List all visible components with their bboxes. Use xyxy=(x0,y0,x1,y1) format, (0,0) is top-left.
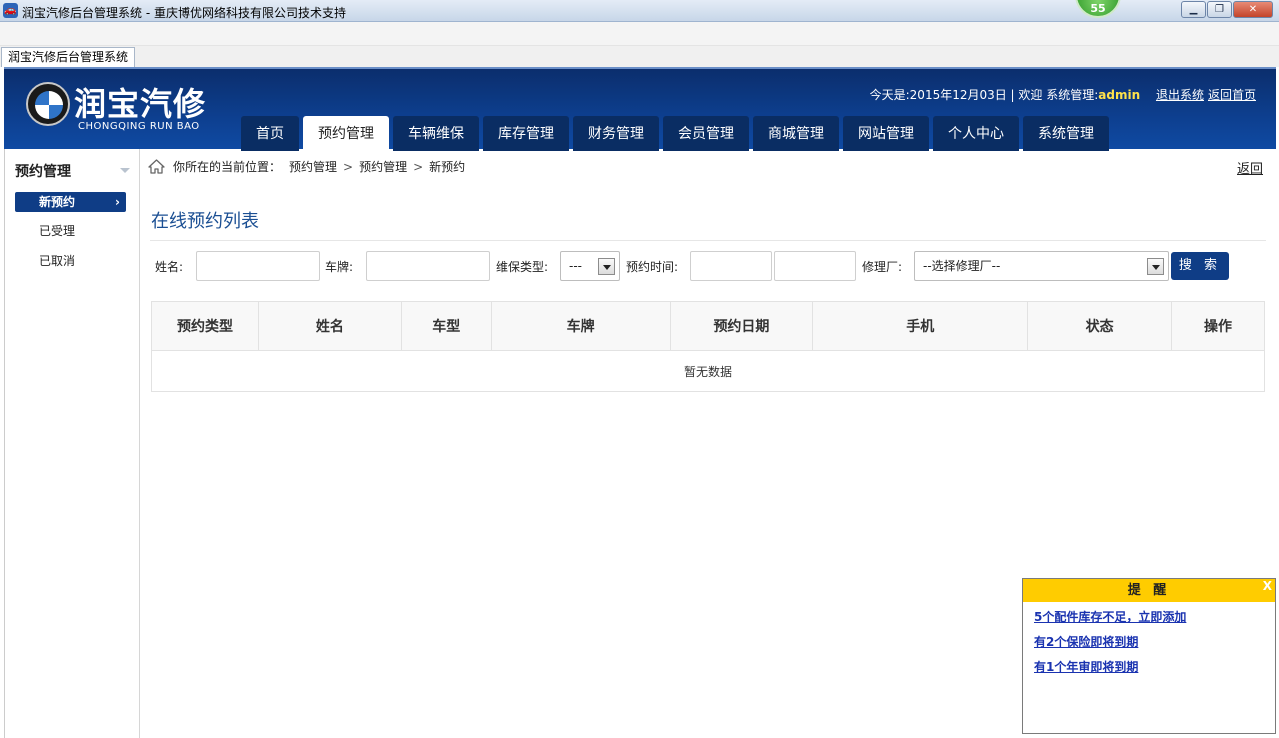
table-header-row: 预约类型 姓名 车型 车牌 预约日期 手机 状态 操作 xyxy=(151,301,1265,351)
browser-tabstrip: 润宝汽修后台管理系统 xyxy=(0,46,1279,67)
sidebar-title: 预约管理 xyxy=(15,164,71,180)
start-date-input[interactable] xyxy=(690,251,772,281)
chevron-right-icon: › xyxy=(115,195,120,209)
plate-label: 车牌: xyxy=(325,260,354,274)
bmw-logo-icon xyxy=(26,82,70,126)
empty-state-text: 暂无数据 xyxy=(151,350,1265,392)
nav-members[interactable]: 会员管理 xyxy=(663,116,749,151)
repair-shop-label: 修理厂: xyxy=(862,260,903,274)
nav-personal[interactable]: 个人中心 xyxy=(933,116,1019,151)
username: admin xyxy=(1098,88,1141,102)
breadcrumb-item[interactable]: 预约管理 xyxy=(359,158,407,175)
search-button[interactable]: 搜 索 xyxy=(1171,252,1229,280)
collapse-caret-icon[interactable] xyxy=(120,168,130,173)
repair-shop-select[interactable]: --选择修理厂-- xyxy=(914,251,1169,281)
minimize-icon[interactable]: ▁ xyxy=(1181,1,1206,18)
nav-appointments[interactable]: 预约管理 xyxy=(303,116,389,151)
nav-mall[interactable]: 商城管理 xyxy=(753,116,839,151)
sidebar-item-label: 已受理 xyxy=(39,224,76,238)
nav-finance[interactable]: 财务管理 xyxy=(573,116,659,151)
logo-subtitle: CHONGQING RUN BAO xyxy=(78,121,200,132)
end-date-input[interactable] xyxy=(774,251,856,281)
column-header: 预约类型 xyxy=(151,301,259,351)
window-titlebar: 🚗 润宝汽修后台管理系统 - 重庆博优网络科技有限公司技术支持 55 ▁ ❐ ✕ xyxy=(0,0,1279,22)
breadcrumb-prefix: 你所在的当前位置： xyxy=(173,160,282,174)
column-header: 状态 xyxy=(1027,301,1173,351)
window-controls: ▁ ❐ ✕ xyxy=(1180,1,1273,18)
column-header: 车牌 xyxy=(490,301,671,351)
nav-inventory[interactable]: 库存管理 xyxy=(483,116,569,151)
breadcrumb-separator: > xyxy=(413,159,424,174)
plate-input[interactable] xyxy=(366,251,490,281)
repair-shop-value: --选择修理厂-- xyxy=(923,259,1001,273)
breadcrumb-item[interactable]: 预约管理 xyxy=(289,158,337,175)
site-header: 润宝汽修 CHONGQING RUN BAO 今天是:2015年12月03日 |… xyxy=(4,67,1276,151)
reminder-popup: 提 醒 X 5个配件库存不足，立即添加 有2个保险即将到期 有1个年审即将到期 xyxy=(1022,578,1276,734)
close-icon[interactable]: ✕ xyxy=(1233,1,1273,18)
column-header: 手机 xyxy=(812,301,1029,351)
insurance-expiry-link[interactable]: 有2个保险即将到期 xyxy=(1034,633,1138,650)
home-icon xyxy=(148,159,165,174)
date-welcome-text: 今天是:2015年12月03日 | 欢迎 系统管理: xyxy=(869,88,1099,102)
home-link[interactable]: 返回首页 xyxy=(1208,88,1256,102)
low-stock-link[interactable]: 5个配件库存不足，立即添加 xyxy=(1034,608,1186,625)
maintenance-type-value: --- xyxy=(569,259,582,273)
browser-tab[interactable]: 润宝汽修后台管理系统 xyxy=(1,47,136,67)
back-link[interactable]: 返回 xyxy=(1237,158,1263,177)
notification-badge[interactable]: 55 xyxy=(1075,0,1121,18)
column-header: 预约日期 xyxy=(669,301,814,351)
sidebar-item-accepted[interactable]: 已受理 xyxy=(15,221,126,241)
sidebar-item-new[interactable]: 新预约 › xyxy=(15,192,126,212)
column-header: 车型 xyxy=(400,301,492,351)
close-icon[interactable]: X xyxy=(1263,575,1272,598)
nav-system[interactable]: 系统管理 xyxy=(1023,116,1109,151)
nav-vehicle-maintenance[interactable]: 车辆维保 xyxy=(393,116,479,151)
sidebar-item-cancelled[interactable]: 已取消 xyxy=(15,251,126,271)
breadcrumb-item: 新预约 xyxy=(429,160,466,174)
sidebar-item-label: 新预约 xyxy=(39,195,76,209)
name-label: 姓名: xyxy=(155,260,184,274)
column-header: 操作 xyxy=(1171,301,1265,351)
logo-title: 润宝汽修 xyxy=(74,85,207,123)
page-title: 在线预约列表 xyxy=(151,211,259,232)
sidebar-item-label: 已取消 xyxy=(39,254,76,268)
maintenance-type-label: 维保类型: xyxy=(496,260,549,274)
nav-website[interactable]: 网站管理 xyxy=(843,116,929,151)
column-header: 姓名 xyxy=(257,301,402,351)
dropdown-arrow-icon xyxy=(1147,258,1164,275)
main-nav: 首页 预约管理 车辆维保 库存管理 财务管理 会员管理 商城管理 网站管理 个人… xyxy=(241,116,1113,151)
inspection-expiry-link[interactable]: 有1个年审即将到期 xyxy=(1034,658,1138,675)
appointment-time-label: 预约时间: xyxy=(626,260,679,274)
reminder-header: 提 醒 X xyxy=(1023,579,1275,602)
app-car-icon: 🚗 xyxy=(3,3,18,18)
nav-home[interactable]: 首页 xyxy=(241,116,299,151)
sidebar: 预约管理 新预约 › 已受理 已取消 xyxy=(4,149,140,738)
logout-link[interactable]: 退出系统 xyxy=(1156,88,1204,102)
user-bar: 今天是:2015年12月03日 | 欢迎 系统管理:admin 退出系统 返回首页 xyxy=(870,86,1256,103)
appointments-table: 预约类型 姓名 车型 车牌 预约日期 手机 状态 操作 暂无数据 xyxy=(151,301,1265,392)
window-title: 润宝汽修后台管理系统 - 重庆博优网络科技有限公司技术支持 xyxy=(22,6,346,20)
maintenance-type-select[interactable]: --- xyxy=(560,251,620,281)
browser-toolbar xyxy=(0,22,1279,46)
name-input[interactable] xyxy=(196,251,320,281)
maximize-icon[interactable]: ❐ xyxy=(1207,1,1232,18)
reminder-title: 提 醒 xyxy=(1127,583,1171,598)
breadcrumb-separator: > xyxy=(343,159,354,174)
breadcrumb: 你所在的当前位置： 预约管理 > 预约管理 > 新预约 xyxy=(148,158,465,175)
table-row: 暂无数据 xyxy=(151,350,1265,392)
title-divider xyxy=(150,240,1266,241)
dropdown-arrow-icon xyxy=(598,258,615,275)
